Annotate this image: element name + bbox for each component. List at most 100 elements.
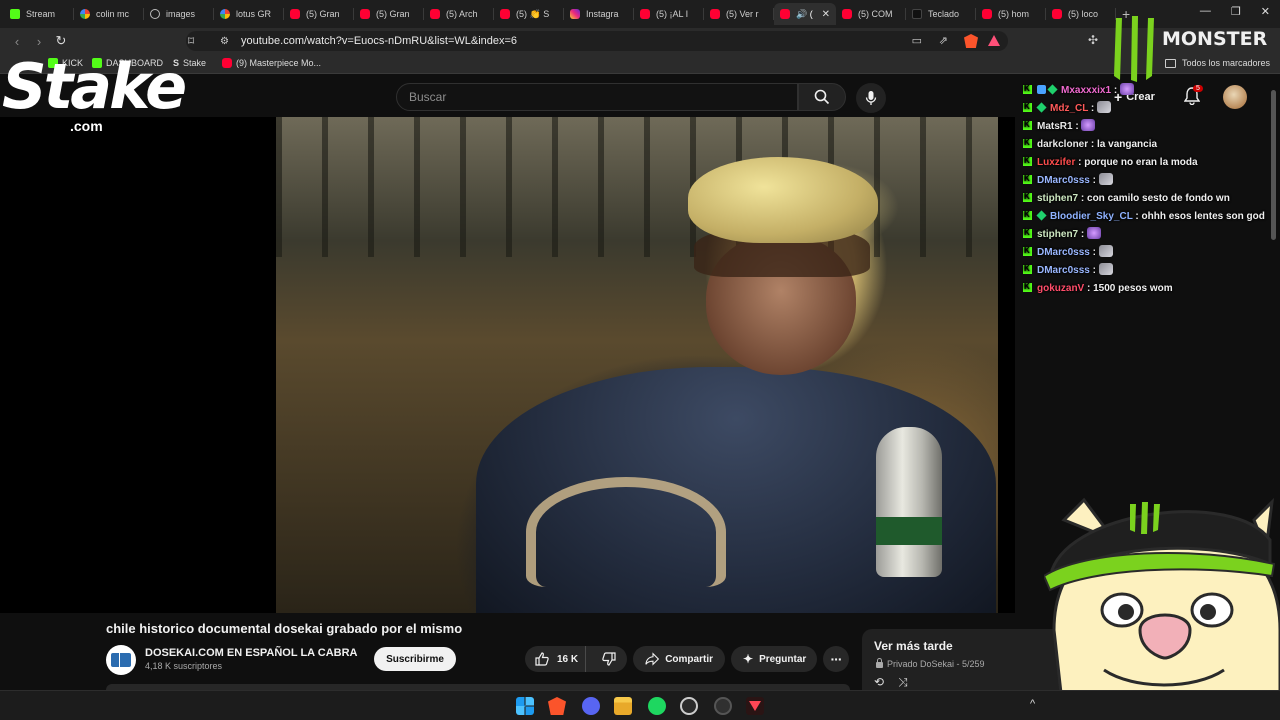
playlist-title[interactable]: Ver más tarde [874, 639, 953, 653]
playlist-panel: Ver más tarde Privado DoSekai - 5/259 ⟲ … [862, 629, 1072, 693]
chat-emote-icon [1087, 227, 1102, 239]
youtube-icon [982, 9, 992, 19]
close-tab-icon[interactable]: ✕ [822, 9, 830, 20]
chat-username[interactable]: DMarc0sss [1037, 247, 1090, 258]
chat-emote-icon [1098, 173, 1113, 185]
browser-tab[interactable]: (5) Ver r [704, 3, 774, 25]
windows-start-icon[interactable] [516, 697, 534, 715]
bookmark-icon[interactable]: ⌑ [188, 34, 194, 48]
more-actions-button[interactable]: ··· [823, 646, 849, 672]
dislike-button[interactable] [592, 652, 628, 666]
browser-tab[interactable]: (5) Gran [354, 3, 424, 25]
search-button[interactable] [798, 83, 846, 111]
browser-tab[interactable]: (5) ¡AL I [634, 3, 704, 25]
chat-message: Luxzifer : porque no eran la moda [1022, 152, 1272, 172]
video-frame-thermos-band [876, 517, 942, 545]
youtube-icon [430, 9, 440, 19]
file-explorer-icon[interactable] [614, 697, 632, 715]
brave-shields-icon[interactable] [964, 34, 978, 48]
video-frame-trees [276, 117, 998, 257]
share-arrow-icon [645, 652, 660, 666]
browser-tab[interactable]: (5) Gran [284, 3, 354, 25]
search-input[interactable]: Buscar [396, 83, 798, 111]
address-bar[interactable]: ⌑ ⚙ youtube.com/watch?v=Euocs-nDmRU&list… [186, 31, 1008, 51]
google-icon [220, 9, 230, 19]
youtube-icon [780, 9, 790, 19]
chatgpt-icon[interactable] [680, 697, 698, 715]
chat-username[interactable]: Mdz_CL [1050, 103, 1088, 114]
monster-claw-icon [1114, 16, 1154, 82]
back-arrow-icon[interactable]: ‹ [6, 34, 28, 49]
browser-tab[interactable]: images [144, 3, 214, 25]
chat-separator: : [1088, 103, 1098, 114]
search-placeholder: Buscar [409, 90, 447, 104]
browser-tab[interactable]: (5) 👏 S [494, 3, 564, 25]
cast-icon[interactable]: ▭ [912, 34, 922, 47]
chat-username[interactable]: Mxaxxxix1 [1061, 85, 1111, 96]
video-frame-thermos [876, 427, 942, 577]
chat-emote-icon [1097, 101, 1112, 113]
kick-badge-icon [1023, 98, 1032, 116]
browser-tab[interactable]: (5) COM [836, 3, 906, 25]
chat-username[interactable]: stiphen7 [1037, 229, 1078, 240]
channel-name[interactable]: DOSEKAI.COM EN ESPAÑOL LA CABRA [145, 647, 357, 659]
bookmark-label: (9) Masterpiece Mo... [236, 58, 322, 68]
like-button[interactable]: 16 K [525, 646, 586, 672]
microphone-icon [865, 91, 877, 105]
chat-username[interactable]: stiphen7 [1037, 193, 1078, 204]
browser-tab[interactable]: 🔊 (✕ [774, 3, 836, 25]
kick-badge-icon [1023, 278, 1032, 296]
browser-tab[interactable]: Teclado [906, 3, 976, 25]
subscribe-button[interactable]: Suscribirme [374, 647, 456, 671]
url-text[interactable]: youtube.com/watch?v=Euocs-nDmRU&list=WL&… [241, 35, 517, 47]
bookmark-masterpiece[interactable]: (9) Masterpiece Mo... [222, 58, 321, 68]
browser-tab[interactable]: (5) hom [976, 3, 1046, 25]
chat-username[interactable]: DMarc0sss [1037, 265, 1090, 276]
share-page-icon[interactable]: ⇗ [939, 34, 948, 47]
chat-username[interactable]: DMarc0sss [1037, 175, 1090, 186]
youtube-icon [640, 9, 650, 19]
browser-tab[interactable]: lotus GR [214, 3, 284, 25]
shuffle-icon[interactable]: ⤨ [898, 675, 908, 690]
site-settings-icon[interactable]: ⚙ [220, 36, 229, 47]
reload-icon[interactable]: ↻ [50, 33, 72, 49]
loop-icon[interactable]: ⟲ [874, 675, 884, 690]
forward-arrow-icon[interactable]: › [28, 34, 50, 49]
tab-label: Teclado [928, 9, 960, 19]
browser-tab[interactable]: colin mc [74, 3, 144, 25]
sub-badge-icon [1036, 210, 1047, 221]
brave-rewards-icon[interactable] [988, 35, 1000, 46]
browser-tab[interactable]: (5) Arch [424, 3, 494, 25]
chat-message: stiphen7 : [1022, 224, 1272, 244]
brave-icon[interactable] [548, 697, 566, 715]
channel-avatar[interactable] [106, 645, 136, 675]
tray-chevron-icon[interactable]: ^ [1030, 698, 1035, 710]
like-dislike-group: 16 K [525, 646, 627, 672]
chat-scrollbar[interactable] [1271, 90, 1276, 240]
ask-button[interactable]: ✦ Preguntar [731, 646, 817, 672]
browser-tab[interactable]: Instagra [564, 3, 634, 25]
tab-label: Stream [26, 9, 56, 19]
chat-separator: : [1078, 193, 1088, 204]
chat-username[interactable]: Luxzifer [1037, 157, 1075, 168]
obs-icon[interactable] [714, 697, 732, 715]
google-icon [80, 9, 90, 19]
extensions-icon[interactable]: ✣ [1088, 33, 1098, 47]
chat-username[interactable]: gokuzanV [1037, 283, 1084, 294]
stake-logo-text: Stake [2, 50, 187, 123]
voice-search-button[interactable] [856, 83, 886, 113]
cat-mascot-overlay [1044, 497, 1280, 720]
discord-icon[interactable] [582, 697, 600, 715]
spotify-icon[interactable] [648, 697, 666, 715]
monster-logo-text: MONSTER [1162, 28, 1268, 50]
share-button[interactable]: Compartir [633, 646, 725, 672]
video-player[interactable] [276, 117, 998, 613]
chat-username[interactable]: MatsR1 [1037, 121, 1073, 132]
chat-username[interactable]: darkcloner [1037, 139, 1088, 150]
chat-username[interactable]: Bloodier_Sky_CL [1050, 211, 1133, 222]
ask-label: Preguntar [759, 653, 807, 665]
valorant-icon[interactable] [746, 697, 764, 715]
chat-text: 1500 pesos wom [1093, 283, 1173, 294]
browser-tab[interactable]: Stream [4, 3, 74, 25]
playlist-meta: Privado DoSekai - 5/259 [876, 658, 985, 669]
